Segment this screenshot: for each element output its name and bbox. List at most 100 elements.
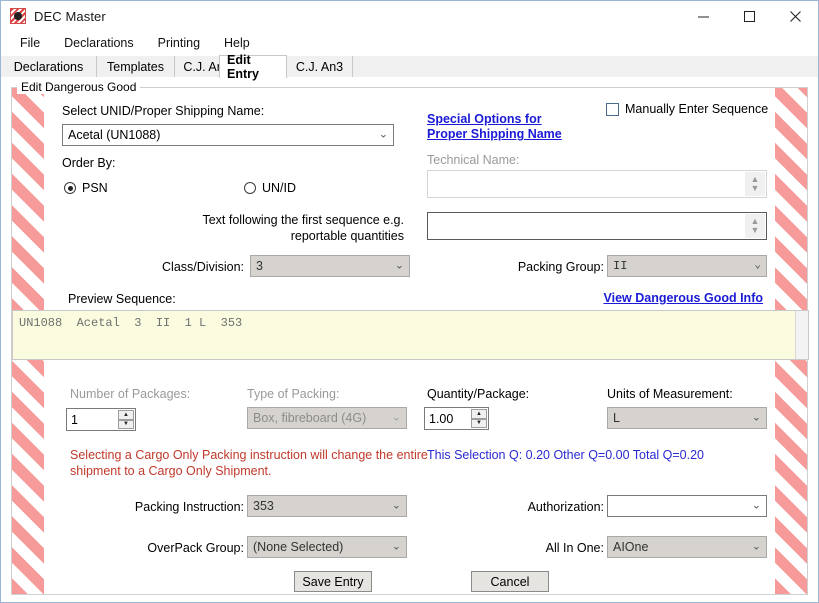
psn-select-value: Acetal (UN1088): [68, 128, 160, 142]
quantity-package-value: 1.00: [429, 412, 453, 426]
tab-underline: [1, 77, 818, 78]
class-division-label: Class/Division:: [104, 260, 244, 274]
text-following-spinner[interactable]: ▲ ▼: [745, 214, 765, 238]
chevron-down-icon: ⌄: [395, 261, 404, 272]
cargo-only-warning-line1: Selecting a Cargo Only Packing instructi…: [70, 448, 393, 462]
preview-sequence-text: UN1088 Acetal 3 II 1 L 353: [19, 316, 242, 330]
special-options-line1: Special Options for: [427, 112, 542, 126]
type-packing-select: Box, fibreboard (4G) ⌄: [247, 407, 407, 429]
chevron-down-icon: ⌄: [752, 501, 761, 512]
quantity-package-stepper[interactable]: ▲ ▼: [471, 409, 487, 428]
window-controls: [680, 1, 818, 31]
packing-instruction-value: 353: [253, 499, 274, 513]
chevron-down-icon: ⌄: [392, 542, 401, 553]
chevron-down-icon: ⌄: [392, 501, 401, 512]
form-area: Select UNID/Proper Shipping Name: Acetal…: [44, 88, 775, 594]
number-packages-stepper: ▲ ▼: [118, 410, 134, 429]
tab-edit-entry[interactable]: Edit Entry: [219, 55, 287, 78]
technical-name-input: ▲ ▼: [427, 170, 767, 198]
number-packages-input: 1 ▲ ▼: [66, 408, 136, 431]
type-packing-label: Type of Packing:: [247, 387, 339, 401]
special-options-line2: Proper Shipping Name: [427, 127, 562, 141]
chevron-down-icon: ▼: [751, 226, 760, 235]
packing-instruction-label: Packing Instruction:: [104, 500, 244, 514]
text-following-label-line2: reportable quantities: [291, 229, 404, 243]
radio-psn-dot-icon: [64, 182, 76, 194]
quantity-package-input[interactable]: 1.00 ▲ ▼: [424, 407, 489, 430]
menu-bar: File Declarations Printing Help: [1, 32, 818, 54]
all-in-one-value: AIOne: [613, 540, 648, 554]
chevron-down-icon: ⌄: [752, 542, 761, 553]
minimize-icon[interactable]: [680, 1, 726, 31]
radio-unid-dot-icon: [244, 182, 256, 194]
group-legend: Edit Dangerous Good: [17, 80, 140, 94]
text-following-label: Text following the first sequence e.g. r…: [164, 212, 404, 244]
chevron-down-icon: ⌄: [379, 130, 388, 141]
overpack-group-label: OverPack Group:: [104, 541, 244, 555]
radio-psn-label: PSN: [82, 181, 108, 195]
checkbox-box-icon: [606, 103, 619, 116]
preview-sequence-label: Preview Sequence:: [68, 292, 176, 306]
packing-group-label: Packing Group:: [444, 260, 604, 274]
menu-item-file[interactable]: File: [9, 34, 51, 52]
cargo-only-warning: Selecting a Cargo Only Packing instructi…: [70, 447, 430, 479]
class-division-value: 3: [256, 259, 263, 273]
tab-cj-an3[interactable]: C.J. An3: [287, 56, 353, 77]
quantity-package-label: Quantity/Package:: [427, 387, 529, 401]
authorization-label: Authorization:: [444, 500, 604, 514]
preview-sequence-box[interactable]: UN1088 Acetal 3 II 1 L 353: [12, 310, 809, 360]
packing-instruction-select[interactable]: 353 ⌄: [247, 495, 407, 517]
preview-scrollbar[interactable]: [795, 311, 808, 359]
chevron-down-icon: ⌄: [392, 413, 401, 424]
psn-label: Select UNID/Proper Shipping Name:: [62, 104, 264, 118]
technical-name-spinner: ▲ ▼: [745, 172, 765, 196]
packing-group-select[interactable]: II ⌄: [607, 255, 767, 277]
radio-psn[interactable]: PSN: [64, 181, 108, 195]
packing-group-value: II: [613, 259, 627, 273]
stepper-down-icon: ▼: [118, 420, 134, 430]
application-window: DEC Master File Declarations Printing He…: [0, 0, 819, 603]
units-label: Units of Measurement:: [607, 387, 733, 401]
all-in-one-label: All In One:: [444, 541, 604, 555]
menu-item-help[interactable]: Help: [213, 34, 261, 52]
cancel-button[interactable]: Cancel: [471, 571, 549, 592]
stepper-up-icon[interactable]: ▲: [471, 409, 487, 419]
chevron-down-icon: ⌄: [752, 413, 761, 424]
tab-strip: Declarations Templates C.J. An1 Edit Ent…: [1, 56, 818, 78]
edit-dangerous-good-group: Select UNID/Proper Shipping Name: Acetal…: [11, 87, 808, 595]
units-select[interactable]: L ⌄: [607, 407, 767, 429]
overpack-group-select[interactable]: (None Selected) ⌄: [247, 536, 407, 558]
text-following-label-line1: Text following the first sequence e.g.: [202, 213, 404, 227]
psn-select[interactable]: Acetal (UN1088) ⌄: [62, 124, 394, 146]
tab-declarations[interactable]: Declarations: [1, 56, 97, 77]
special-options-link[interactable]: Special Options for Proper Shipping Name: [427, 112, 562, 142]
window-title: DEC Master: [34, 9, 106, 24]
class-division-select[interactable]: 3 ⌄: [250, 255, 410, 277]
maximize-icon[interactable]: [726, 1, 772, 31]
radio-unid[interactable]: UN/ID: [244, 181, 296, 195]
number-packages-value: 1: [71, 413, 78, 427]
type-packing-value: Box, fibreboard (4G): [253, 411, 366, 425]
chevron-down-icon: ▼: [751, 184, 760, 193]
units-value: L: [613, 411, 620, 425]
number-packages-label: Number of Packages:: [70, 387, 190, 401]
title-bar: DEC Master: [1, 1, 818, 31]
menu-item-declarations[interactable]: Declarations: [53, 34, 144, 52]
close-icon[interactable]: [772, 1, 818, 31]
authorization-select[interactable]: ⌄: [607, 495, 767, 517]
radio-unid-label: UN/ID: [262, 181, 296, 195]
all-in-one-select[interactable]: AIOne ⌄: [607, 536, 767, 558]
menu-item-printing[interactable]: Printing: [147, 34, 211, 52]
stepper-up-icon: ▲: [118, 410, 134, 420]
technical-name-label: Technical Name:: [427, 153, 519, 167]
chevron-down-icon: ⌄: [754, 261, 761, 272]
hazard-label-icon: [10, 8, 26, 24]
text-following-input[interactable]: ▲ ▼: [427, 212, 767, 240]
order-by-label: Order By:: [62, 156, 116, 170]
tab-templates[interactable]: Templates: [97, 56, 175, 77]
overpack-group-value: (None Selected): [253, 540, 343, 554]
view-dg-info-link[interactable]: View Dangerous Good Info: [603, 291, 763, 306]
stepper-down-icon[interactable]: ▼: [471, 419, 487, 429]
save-entry-button[interactable]: Save Entry: [294, 571, 372, 592]
manual-sequence-checkbox[interactable]: Manually Enter Sequence: [606, 102, 768, 116]
